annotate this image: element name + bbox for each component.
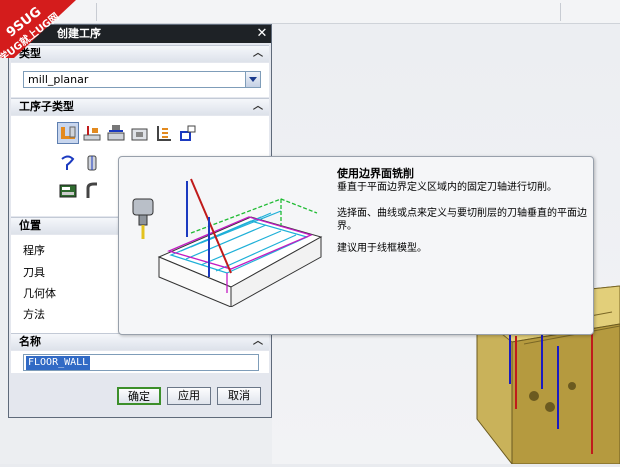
chevron-up-icon[interactable]: ︿	[253, 46, 263, 62]
tooltip-description-2: 选择面、曲线或点来定义与要切削层的刀轴垂直的平面边	[337, 208, 587, 219]
top-toolbar	[0, 0, 620, 24]
cancel-button[interactable]: 取消	[217, 387, 261, 405]
close-icon[interactable]: ✕	[255, 27, 269, 41]
floor-wall-preview-image	[132, 178, 323, 307]
toolbar-separator	[96, 3, 97, 21]
program-label: 程序	[23, 244, 45, 257]
planar-profile-icon[interactable]	[57, 180, 79, 202]
type-dropdown-value: mill_planar	[28, 73, 89, 86]
tooltip-description-2-cont: 界。	[337, 221, 357, 232]
thread-mill-icon[interactable]	[81, 180, 103, 202]
contour-icon[interactable]	[177, 122, 199, 144]
name-input[interactable]: FLOOR_WALL	[23, 354, 259, 371]
method-label: 方法	[23, 308, 45, 321]
apply-button[interactable]: 应用	[167, 387, 211, 405]
planar-mill-icon[interactable]	[81, 122, 103, 144]
face-milling-icon[interactable]	[105, 122, 127, 144]
watermark-badge: 9SUG 学UG就上UG网	[0, 0, 86, 65]
tooltip-recommendation: 建议用于线框模型。	[337, 243, 427, 254]
type-dropdown[interactable]: mill_planar	[23, 71, 261, 88]
planar-text-icon[interactable]	[57, 152, 79, 174]
name-section-header[interactable]: 名称 ︿	[11, 333, 269, 350]
position-section-label: 位置	[19, 219, 41, 232]
chevron-up-icon[interactable]: ︿	[253, 334, 263, 350]
chevron-up-icon[interactable]: ︿	[253, 99, 263, 115]
ok-button[interactable]: 确定	[117, 387, 161, 405]
name-input-selected-text: FLOOR_WALL	[26, 356, 91, 370]
toolbar-separator	[560, 3, 561, 21]
floor-wall-icon[interactable]	[57, 122, 79, 144]
hole-mill-icon[interactable]	[81, 152, 103, 174]
geometry-label: 几何体	[23, 287, 56, 300]
tooltip-title: 使用边界面铣削	[337, 167, 414, 180]
zlevel-icon[interactable]	[153, 122, 175, 144]
cavity-mill-icon[interactable]	[129, 122, 151, 144]
subtype-section-label: 工序子类型	[19, 100, 74, 113]
name-section-label: 名称	[19, 335, 41, 348]
chevron-down-icon[interactable]	[245, 72, 260, 87]
tool-label: 刀具	[23, 266, 45, 279]
operation-tooltip: 使用边界面铣削 垂直于平面边界定义区域内的固定刀轴进行切削。 选择面、曲线或点来…	[118, 156, 594, 335]
subtype-section-header[interactable]: 工序子类型 ︿	[11, 98, 269, 115]
tooltip-description-1: 垂直于平面边界定义区域内的固定刀轴进行切削。	[337, 182, 557, 193]
